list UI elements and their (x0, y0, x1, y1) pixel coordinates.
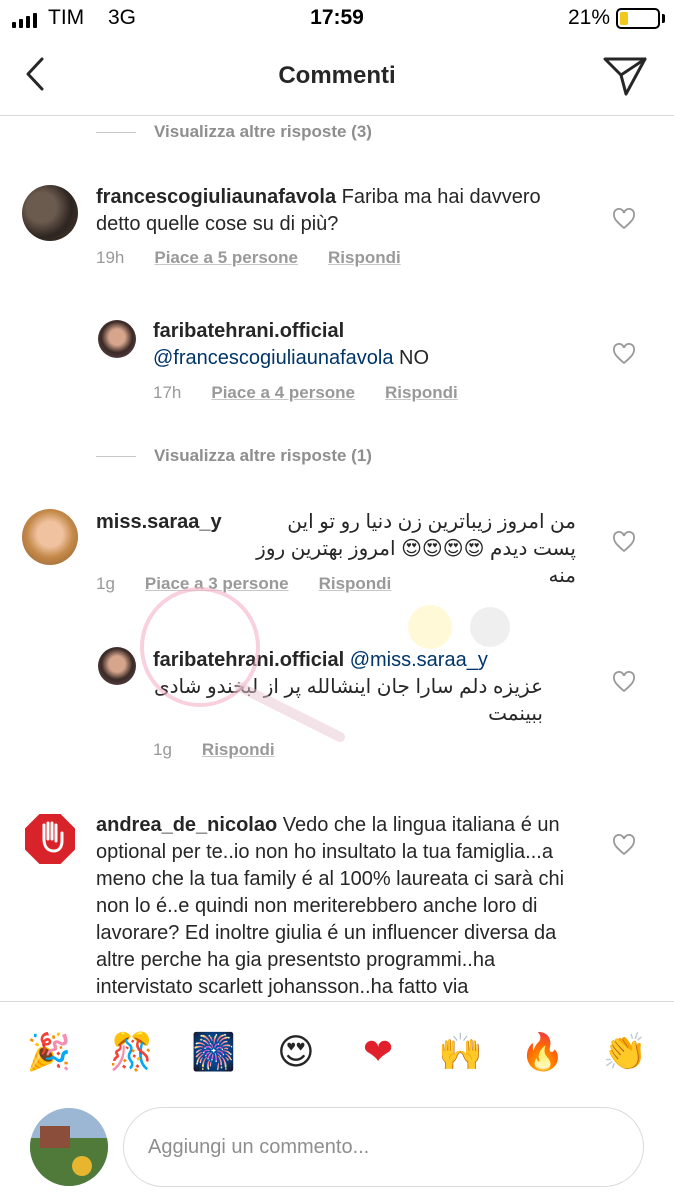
comment-meta: 17h Piace a 4 persone Rispondi (153, 383, 458, 403)
comment-meta: 19h Piace a 5 persone Rispondi (96, 248, 401, 268)
comment-username[interactable]: miss.saraa_y (96, 511, 222, 533)
comment-time: 1g (153, 740, 172, 759)
fire-emoji-button[interactable]: 🔥 (517, 1030, 569, 1076)
reply-item: faribatehrani.official @miss.saraa_y عزی… (0, 627, 674, 767)
comment-username[interactable]: faribatehrani.official (153, 649, 344, 671)
paper-plane-icon (603, 57, 647, 96)
profile-photo (30, 1108, 108, 1186)
comment-mention[interactable]: @francescogiuliaunafavola (153, 347, 393, 369)
comment-item: miss.saraa_y من امروز زیباترین زن دنیا ر… (0, 497, 674, 607)
comment-body: Vedo che la lingua italiana é un optiona… (96, 814, 565, 998)
comment-item: francescogiuliaunafavola Fariba ma hai d… (0, 117, 674, 287)
avatar[interactable] (98, 320, 136, 358)
comment-meta: 1g Piace a 3 persone Rispondi (96, 574, 391, 594)
heart-icon[interactable] (612, 671, 636, 693)
battery-percentage: 21% (567, 6, 610, 29)
clapping-hands-emoji-button[interactable]: 👏 (599, 1030, 651, 1076)
party-popper-emoji-button[interactable]: 🎉 (23, 1030, 75, 1076)
page-title: Commenti (278, 62, 396, 89)
comment-body: NO (393, 347, 430, 369)
likes-count-link[interactable]: Piace a 4 persone (211, 383, 355, 403)
status-bar: TIM 3G 17:59 21% (0, 0, 674, 40)
comment-item: andrea_de_nicolao Vedo che la lingua ita… (0, 807, 674, 1001)
comment-time: 17h (153, 383, 182, 402)
divider-line (96, 455, 136, 457)
reply-button[interactable]: Rispondi (385, 383, 458, 403)
header-bar: Commenti (0, 40, 674, 116)
current-user-avatar (30, 1108, 108, 1186)
heart-icon[interactable] (612, 834, 636, 856)
stop-sign-avatar[interactable] (22, 811, 78, 867)
view-more-replies-button[interactable]: Visualizza altre risposte (1) (96, 446, 372, 466)
comment-text: faribatehrani.official @francescogiuliau… (153, 318, 593, 372)
stop-sign-icon (23, 812, 77, 866)
red-heart-emoji-button[interactable]: ❤ (352, 1030, 404, 1076)
battery-tip (662, 14, 665, 23)
heart-icon[interactable] (612, 531, 636, 553)
comment-time: 1g (96, 574, 115, 593)
emoji-quick-bar: 🎉 🎊 🎆 😍 ❤ 🙌 🔥 👏 (0, 1030, 674, 1076)
comment-text: faribatehrani.official @miss.saraa_y عزی… (153, 647, 593, 728)
reply-button[interactable]: Rispondi (202, 740, 275, 760)
comment-input[interactable] (148, 1108, 619, 1186)
likes-count-link[interactable]: Piace a 3 persone (145, 574, 289, 594)
raised-hands-emoji-button[interactable]: 🙌 (434, 1030, 486, 1076)
confetti-ball-emoji-button[interactable]: 🎊 (105, 1030, 157, 1076)
heart-icon[interactable] (612, 208, 636, 230)
comment-text: andrea_de_nicolao Vedo che la lingua ita… (96, 812, 566, 1001)
comment-input-wrapper (123, 1107, 644, 1187)
heart-eyes-emoji-button[interactable]: 😍 (270, 1030, 322, 1076)
battery-icon (616, 8, 660, 29)
comment-meta: 1g Rispondi (153, 740, 275, 760)
likes-count-link[interactable]: Piace a 5 persone (154, 248, 298, 268)
fireworks-emoji-button[interactable]: 🎆 (188, 1030, 240, 1076)
share-button[interactable] (602, 52, 648, 98)
reply-button[interactable]: Rispondi (319, 574, 392, 594)
reply-item: faribatehrani.official @francescogiuliau… (0, 287, 674, 427)
battery-level-fill (620, 12, 628, 25)
comment-text: francescogiuliaunafavola Fariba ma hai d… (96, 184, 576, 238)
comment-username[interactable]: francescogiuliaunafavola (96, 186, 336, 208)
comment-username[interactable]: faribatehrani.official (153, 320, 344, 342)
view-more-replies-label: Visualizza altre risposte (1) (154, 446, 372, 465)
avatar[interactable] (98, 647, 136, 685)
comment-composer-area: 🎉 🎊 🎆 😍 ❤ 🙌 🔥 👏 (0, 1001, 674, 1200)
comment-body: عزیزه دلم سارا جان اینشالله پر از لبخندو… (153, 676, 543, 725)
comments-feed[interactable]: Visualizza altre risposte (3) francescog… (0, 117, 674, 1001)
reply-button[interactable]: Rispondi (328, 248, 401, 268)
avatar[interactable] (22, 509, 78, 565)
heart-icon[interactable] (612, 343, 636, 365)
avatar[interactable] (22, 185, 78, 241)
comment-username[interactable]: andrea_de_nicolao (96, 814, 277, 836)
comment-mention[interactable]: @miss.saraa_y (350, 649, 488, 671)
comment-time: 19h (96, 248, 125, 267)
